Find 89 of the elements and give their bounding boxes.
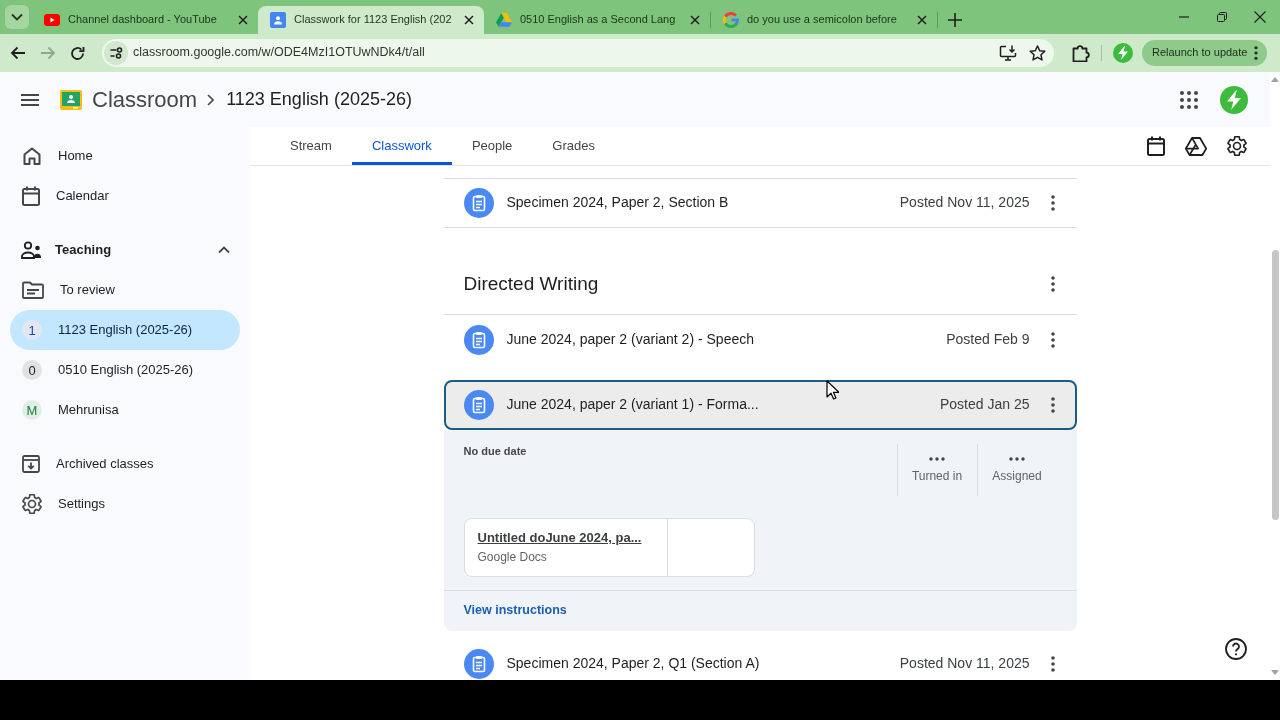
new-tab-icon[interactable] [948, 13, 962, 27]
assignment-title[interactable]: June 2024, paper 2 (variant 2) - Speech [506, 331, 754, 349]
more-options-icon[interactable] [1050, 332, 1055, 348]
relaunch-button[interactable]: Relaunch to update [1142, 40, 1268, 66]
posted-date: Posted Feb 9 [946, 331, 1030, 349]
triangle-logo-icon [496, 13, 512, 27]
close-icon[interactable] [690, 15, 700, 25]
nav-item[interactable]: 1 1123 English (2025-26) [10, 310, 240, 350]
selected-assignment-row[interactable]: June 2024, paper 2 (variant 1) - Forma... Posted Jan 25 [443, 380, 1077, 430]
class-avatar: 1 [22, 320, 42, 340]
browser-tab[interactable]: do you use a semicolon before [711, 6, 937, 34]
restore-icon[interactable] [1217, 12, 1227, 22]
browser-tab[interactable]: Classwork for 1123 English (202 [258, 6, 484, 34]
triangle-folder-icon[interactable] [1185, 136, 1207, 156]
attachment-type: Google Docs [477, 550, 547, 566]
view-instructions-link[interactable]: View instructions [463, 603, 567, 619]
more-options-icon[interactable] [1050, 195, 1055, 211]
menu-icon[interactable] [21, 93, 39, 106]
more-options-icon[interactable] [1050, 656, 1055, 672]
section-header[interactable]: Teaching [10, 230, 240, 270]
assignment-title[interactable]: Specimen 2024, Paper 2, Section B [506, 194, 729, 212]
tab-search-button[interactable] [5, 5, 29, 29]
mouse-pointer-icon [826, 380, 839, 400]
nav-item[interactable]: 0 0510 English (2025-26) [10, 350, 240, 390]
ring-logo-icon [723, 12, 739, 28]
help-icon[interactable] [1225, 638, 1247, 660]
folder-list-icon [22, 281, 44, 299]
apps-grid-icon[interactable] [1180, 90, 1198, 109]
assignment-icon [463, 188, 494, 218]
posted-date: Posted Jan 25 [940, 396, 1030, 414]
stat-label[interactable]: Turned in [911, 468, 963, 484]
chevron-right-icon [207, 93, 215, 106]
nav-item[interactable]: To review [10, 270, 240, 310]
reload-icon[interactable] [70, 45, 85, 61]
home-icon [22, 146, 42, 166]
loading-dots-icon [929, 456, 945, 461]
close-icon[interactable] [238, 15, 248, 25]
play-logo-icon [44, 14, 60, 26]
assignment-title[interactable]: Specimen 2024, Paper 2, Q1 (Section A) [506, 655, 760, 673]
attachment-title[interactable]: Untitled doJune 2024, pa... [477, 529, 642, 547]
archive-box-icon [22, 455, 40, 473]
bookmark-star-icon[interactable] [1029, 45, 1046, 61]
more-options-icon[interactable] [1050, 276, 1055, 292]
nav-item[interactable]: Settings [10, 484, 240, 524]
close-icon[interactable] [464, 15, 474, 25]
site-settings-icon[interactable] [104, 41, 128, 65]
class-tab[interactable]: Classwork [351, 127, 452, 165]
class-tab[interactable]: People [451, 127, 533, 165]
more-options-icon [1254, 46, 1259, 60]
assignment-title[interactable]: June 2024, paper 2 (variant 1) - Forma... [506, 396, 759, 414]
class-avatar: 0 [22, 360, 42, 380]
nav-item[interactable]: M Mehrunisa [10, 390, 240, 430]
address-bar[interactable]: classroom.google.com/w/ODE4MzI1OTUwNDk4/t/all [102, 39, 1054, 67]
scrollbar-thumb[interactable] [1271, 250, 1279, 520]
people-icon [21, 241, 43, 259]
stat-label[interactable]: Assigned [992, 468, 1042, 484]
app-title[interactable]: Classroom [92, 85, 198, 114]
class-title[interactable]: 1123 English (2025-26) [226, 88, 412, 111]
posted-date: Posted Nov 11, 2025 [899, 194, 1030, 212]
settings-icon [22, 494, 42, 514]
due-date: No due date [463, 445, 527, 458]
chevron-down-icon [11, 13, 23, 21]
attachment-card[interactable]: Untitled doJune 2024, pa... Google Docs [463, 518, 755, 577]
calendar-icon [22, 186, 40, 206]
app-logo-icon[interactable] [60, 89, 82, 110]
more-options-icon[interactable] [1050, 397, 1055, 413]
nav-item[interactable]: Archived classes [10, 444, 240, 484]
person-tile-icon [270, 12, 286, 28]
class-tab[interactable]: Grades [532, 127, 615, 165]
browser-tab[interactable]: Channel dashboard - YouTube [32, 6, 258, 34]
assignment-icon [463, 390, 494, 420]
class-tab[interactable]: Stream [270, 127, 352, 165]
install-icon[interactable] [999, 45, 1017, 61]
extensions-icon[interactable] [1072, 44, 1090, 62]
back-arrow-icon[interactable] [10, 46, 26, 60]
close-icon[interactable] [1254, 11, 1266, 23]
settings-icon[interactable] [1227, 136, 1247, 156]
topic-title: Directed Writing [463, 272, 599, 296]
chevron-up-icon[interactable] [218, 246, 230, 254]
posted-date: Posted Nov 11, 2025 [899, 655, 1030, 673]
loading-dots-icon [1009, 456, 1025, 461]
assignment-icon [463, 325, 494, 355]
url-text: classroom.google.com/w/ODE4MzI1OTUwNDk4/t/all [133, 45, 425, 61]
nav-item[interactable]: Calendar [10, 176, 240, 216]
nav-item[interactable]: Home [10, 136, 240, 176]
calendar-icon[interactable] [1147, 136, 1165, 156]
close-icon[interactable] [917, 15, 927, 25]
browser-tab[interactable]: 0510 English as a Second Lang [484, 6, 710, 34]
class-avatar: M [22, 400, 42, 420]
